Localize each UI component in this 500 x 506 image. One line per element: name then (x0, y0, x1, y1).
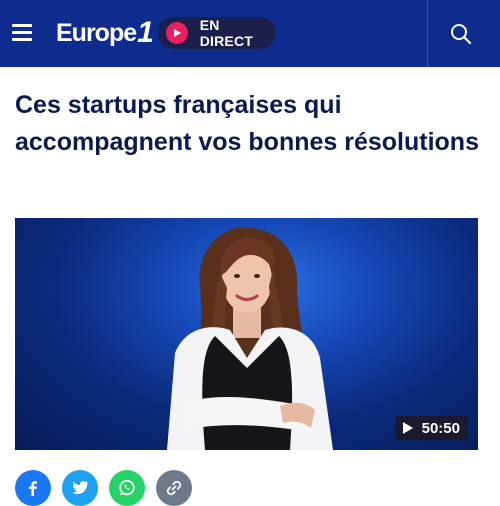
share-bar (15, 470, 192, 506)
logo-text: Europe (56, 18, 137, 47)
play-icon (402, 422, 413, 434)
search-icon[interactable] (450, 23, 472, 45)
whatsapp-icon (119, 479, 135, 496)
facebook-icon (29, 481, 37, 496)
article-title: Ces startups françaises qui accompagnent… (15, 91, 479, 156)
copy-link-button[interactable] (156, 470, 192, 506)
hamburger-menu-icon[interactable] (12, 24, 32, 41)
play-icon (166, 22, 188, 44)
whatsapp-share-button[interactable] (109, 470, 145, 506)
video-duration-badge[interactable]: 50:50 (394, 416, 468, 440)
facebook-share-button[interactable] (15, 470, 51, 506)
site-header: Europe 1 EN DIRECT (0, 0, 500, 67)
video-duration: 50:50 (421, 419, 460, 437)
europe1-logo[interactable]: Europe 1 (56, 16, 154, 49)
twitter-icon (72, 481, 88, 494)
twitter-share-button[interactable] (62, 470, 98, 506)
live-label: EN DIRECT (199, 17, 254, 49)
live-button[interactable]: EN DIRECT (158, 17, 276, 49)
video-thumbnail[interactable]: 50:50 (15, 218, 478, 450)
link-icon (166, 480, 182, 496)
logo-number: 1 (137, 16, 154, 49)
header-divider (427, 0, 428, 67)
